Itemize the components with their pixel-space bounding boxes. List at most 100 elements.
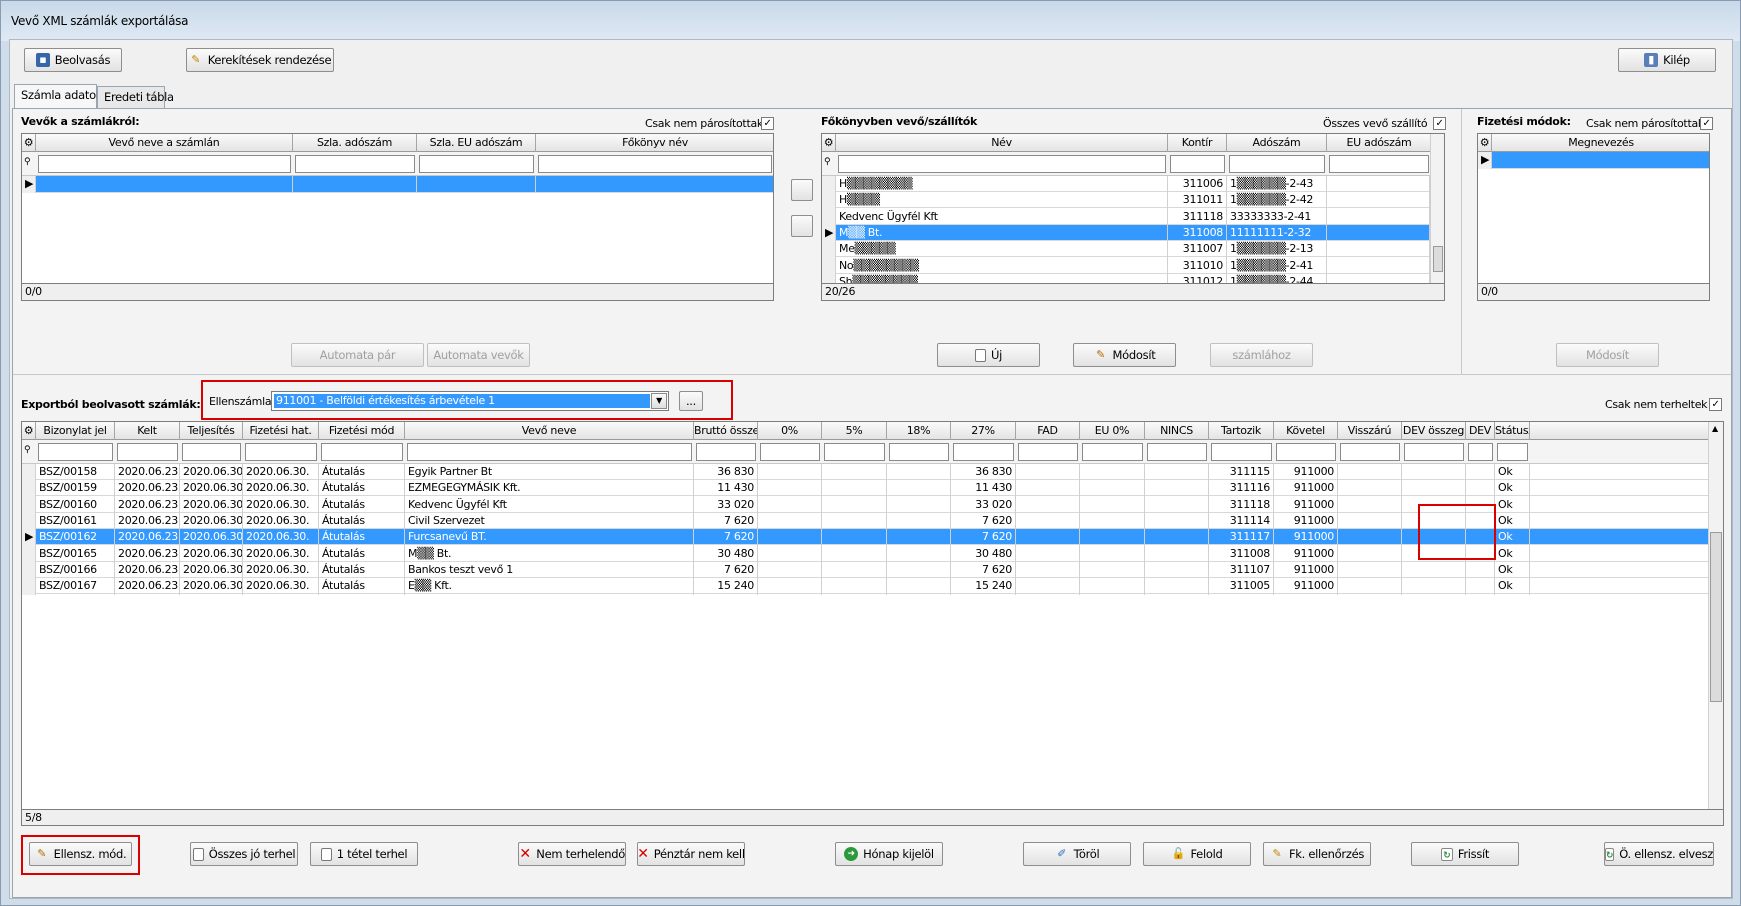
exported-filter-input[interactable]	[953, 443, 1014, 461]
grid-settings-icon[interactable]: ⚙	[1478, 134, 1492, 152]
col-customer-name[interactable]: Vevő neve a számlán	[36, 134, 293, 152]
exported-filter-input[interactable]	[1211, 443, 1272, 461]
exported-col-header[interactable]: Bruttó összeg	[694, 422, 758, 440]
account-modify-button[interactable]: ✎ Ellensz. mód.	[29, 842, 132, 866]
payment-only-unpaired-checkbox[interactable]: ✓	[1700, 117, 1713, 130]
exported-col-header[interactable]: Vevő neve	[405, 422, 694, 440]
exported-col-header[interactable]: Bizonylat jel	[36, 422, 115, 440]
all-good-charge-button[interactable]: Összes jó terhel	[190, 842, 298, 866]
exported-col-header[interactable]: Státusz	[1495, 422, 1530, 440]
ledger-row[interactable]: H▒▒▒▒▒▒▒▒ 311006 1▒▒▒▒▒▒-2-43	[822, 176, 1430, 193]
exit-button[interactable]: ▮ Kilép	[1618, 48, 1716, 72]
col-tax-number[interactable]: Szla. adószám	[293, 134, 417, 152]
col-ledger-name[interactable]: Főkönyv név	[536, 134, 773, 152]
filter-name[interactable]	[838, 155, 1166, 173]
month-select-button[interactable]: ➜ Hónap kijelöl	[835, 842, 943, 866]
exported-col-header[interactable]: Teljesítés	[180, 422, 243, 440]
exported-col-header[interactable]: FAD	[1016, 422, 1080, 440]
not-chargeable-button[interactable]: ✕ Nem terhelendő	[518, 842, 626, 866]
exported-col-header[interactable]: 27%	[951, 422, 1016, 440]
exported-filter-input[interactable]	[1147, 443, 1207, 461]
exported-col-header[interactable]: 0%	[758, 422, 822, 440]
ledger-all-customers-checkbox[interactable]: ✓	[1433, 117, 1446, 130]
table-row[interactable]: BSZ/00159 2020.06.23. 2020.06.30. 2020.06.3…	[22, 480, 1708, 498]
release-button[interactable]: 🔓 Felold	[1143, 842, 1251, 866]
exported-filter-input[interactable]	[1404, 443, 1464, 461]
customers-only-unpaired-checkbox[interactable]: ✓	[761, 117, 774, 130]
table-row[interactable]: BSZ/00167 2020.06.23. 2020.06.30. 2020.06.3…	[22, 578, 1708, 596]
no-cash-button[interactable]: ✕ Pénztár nem kell	[637, 842, 745, 866]
tab-invoice-data[interactable]: Számla adatok	[14, 84, 102, 108]
col-tax-number[interactable]: Adószám	[1227, 134, 1327, 152]
payment-empty-row[interactable]: ▶	[1478, 152, 1709, 169]
exported-filter-input[interactable]	[117, 443, 178, 461]
ledger-row[interactable]: Me▒▒▒▒▒ 311007 1▒▒▒▒▒▒-2-13	[822, 241, 1430, 259]
col-name[interactable]: Név	[836, 134, 1168, 152]
exported-filter-input[interactable]	[1340, 443, 1400, 461]
ledger-check-button[interactable]: ✎ Fk. ellenőrzés	[1263, 842, 1371, 866]
exported-col-header[interactable]: Kelt	[115, 422, 180, 440]
exported-filter-input[interactable]	[760, 443, 820, 461]
only-not-charged-checkbox[interactable]: ✓	[1709, 398, 1722, 411]
grid-settings-icon[interactable]: ⚙	[22, 134, 36, 152]
ledger-row[interactable]: No▒▒▒▒▒▒▒▒ 311010 1▒▒▒▒▒▒-2-41	[822, 257, 1430, 275]
exported-filter-input[interactable]	[1018, 443, 1078, 461]
payment-modify-button[interactable]: Módosít	[1556, 343, 1659, 367]
refresh-button[interactable]: ↻ Frissít	[1411, 842, 1519, 866]
filter-tax-number[interactable]	[295, 155, 415, 173]
filter-tax-number[interactable]	[1229, 155, 1325, 173]
col-payment-name[interactable]: Megnevezés	[1492, 134, 1709, 152]
ledger-scroll-thumb[interactable]	[1433, 246, 1443, 272]
filter-customer-name[interactable]	[38, 155, 291, 173]
filter-eu-tax-number[interactable]	[1329, 155, 1429, 173]
exported-filter-input[interactable]	[407, 443, 692, 461]
exported-scroll-thumb[interactable]	[1710, 532, 1722, 702]
exported-filter-input[interactable]	[1468, 443, 1493, 461]
grid-settings-icon[interactable]: ⚙	[22, 422, 36, 440]
exported-filter-input[interactable]	[1082, 443, 1143, 461]
auto-pair-button[interactable]: Automata pár	[291, 343, 424, 367]
exported-col-header[interactable]: Visszárú	[1338, 422, 1402, 440]
exported-col-header[interactable]: 5%	[822, 422, 887, 440]
drop-account-button[interactable]: ↻ Ö. ellensz. elvesz	[1604, 842, 1714, 866]
tab-original-table[interactable]: Eredeti tábla	[97, 86, 174, 108]
grid-settings-icon[interactable]: ⚙	[822, 134, 836, 152]
exported-filter-input[interactable]	[889, 443, 949, 461]
exported-col-header[interactable]: Fizetési hat.	[243, 422, 319, 440]
table-row[interactable]: BSZ/00158 2020.06.23. 2020.06.30. 2020.06.3…	[22, 464, 1708, 481]
filter-ledger-name[interactable]	[538, 155, 772, 173]
filter-kontir[interactable]	[1170, 155, 1225, 173]
exported-filter-input[interactable]	[38, 443, 113, 461]
ledger-scrollbar[interactable]	[1430, 134, 1444, 283]
table-row[interactable]: BSZ/00166 2020.06.23. 2020.06.30. 2020.06.3…	[22, 561, 1708, 579]
exported-filter-input[interactable]	[182, 443, 241, 461]
account-browse-button[interactable]: ...	[679, 391, 703, 411]
new-button[interactable]: Új	[937, 343, 1040, 367]
ledger-row[interactable]: H▒▒▒▒ 311011 1▒▒▒▒▒▒-2-42	[822, 192, 1430, 210]
exported-col-header[interactable]: Fizetési mód	[319, 422, 405, 440]
exported-filter-input[interactable]	[321, 443, 403, 461]
ledger-row[interactable]: ▶ M▒▒ Bt. 311008 11111111-2-32	[822, 224, 1430, 242]
exported-filter-input[interactable]	[1276, 443, 1336, 461]
filter-eu-tax-number[interactable]	[419, 155, 534, 173]
col-eu-tax-number[interactable]: EU adószám	[1327, 134, 1432, 152]
customers-empty-row[interactable]: ▶	[22, 176, 773, 193]
exported-col-header[interactable]: Tartozik	[1209, 422, 1274, 440]
one-item-charge-button[interactable]: 1 tétel terhel	[310, 842, 418, 866]
col-kontir[interactable]: Kontír	[1168, 134, 1227, 152]
col-eu-tax-number[interactable]: Szla. EU adószám	[417, 134, 536, 152]
chevron-down-icon[interactable]: ▼	[651, 393, 667, 409]
exported-col-header[interactable]: NINCS	[1145, 422, 1209, 440]
rounding-button[interactable]: ✎ Kerekítések rendezése	[186, 48, 334, 72]
exported-filter-input[interactable]	[1497, 443, 1528, 461]
exported-col-header[interactable]: 18%	[887, 422, 951, 440]
move-left-button[interactable]	[791, 215, 813, 237]
exported-col-header[interactable]: Követel	[1274, 422, 1338, 440]
read-button[interactable]: ▪ Beolvasás	[24, 48, 122, 72]
exported-col-header[interactable]: EU 0%	[1080, 422, 1145, 440]
scroll-up-icon[interactable]: ▲	[1712, 424, 1718, 433]
move-right-button[interactable]	[791, 179, 813, 201]
delete-button[interactable]: ✐ Töröl	[1023, 842, 1131, 866]
ledger-row[interactable]: Kedvenc Ügyfél Kft 311118 33333333-2-41	[822, 208, 1430, 226]
exported-scrollbar[interactable]: ▲	[1708, 422, 1723, 809]
